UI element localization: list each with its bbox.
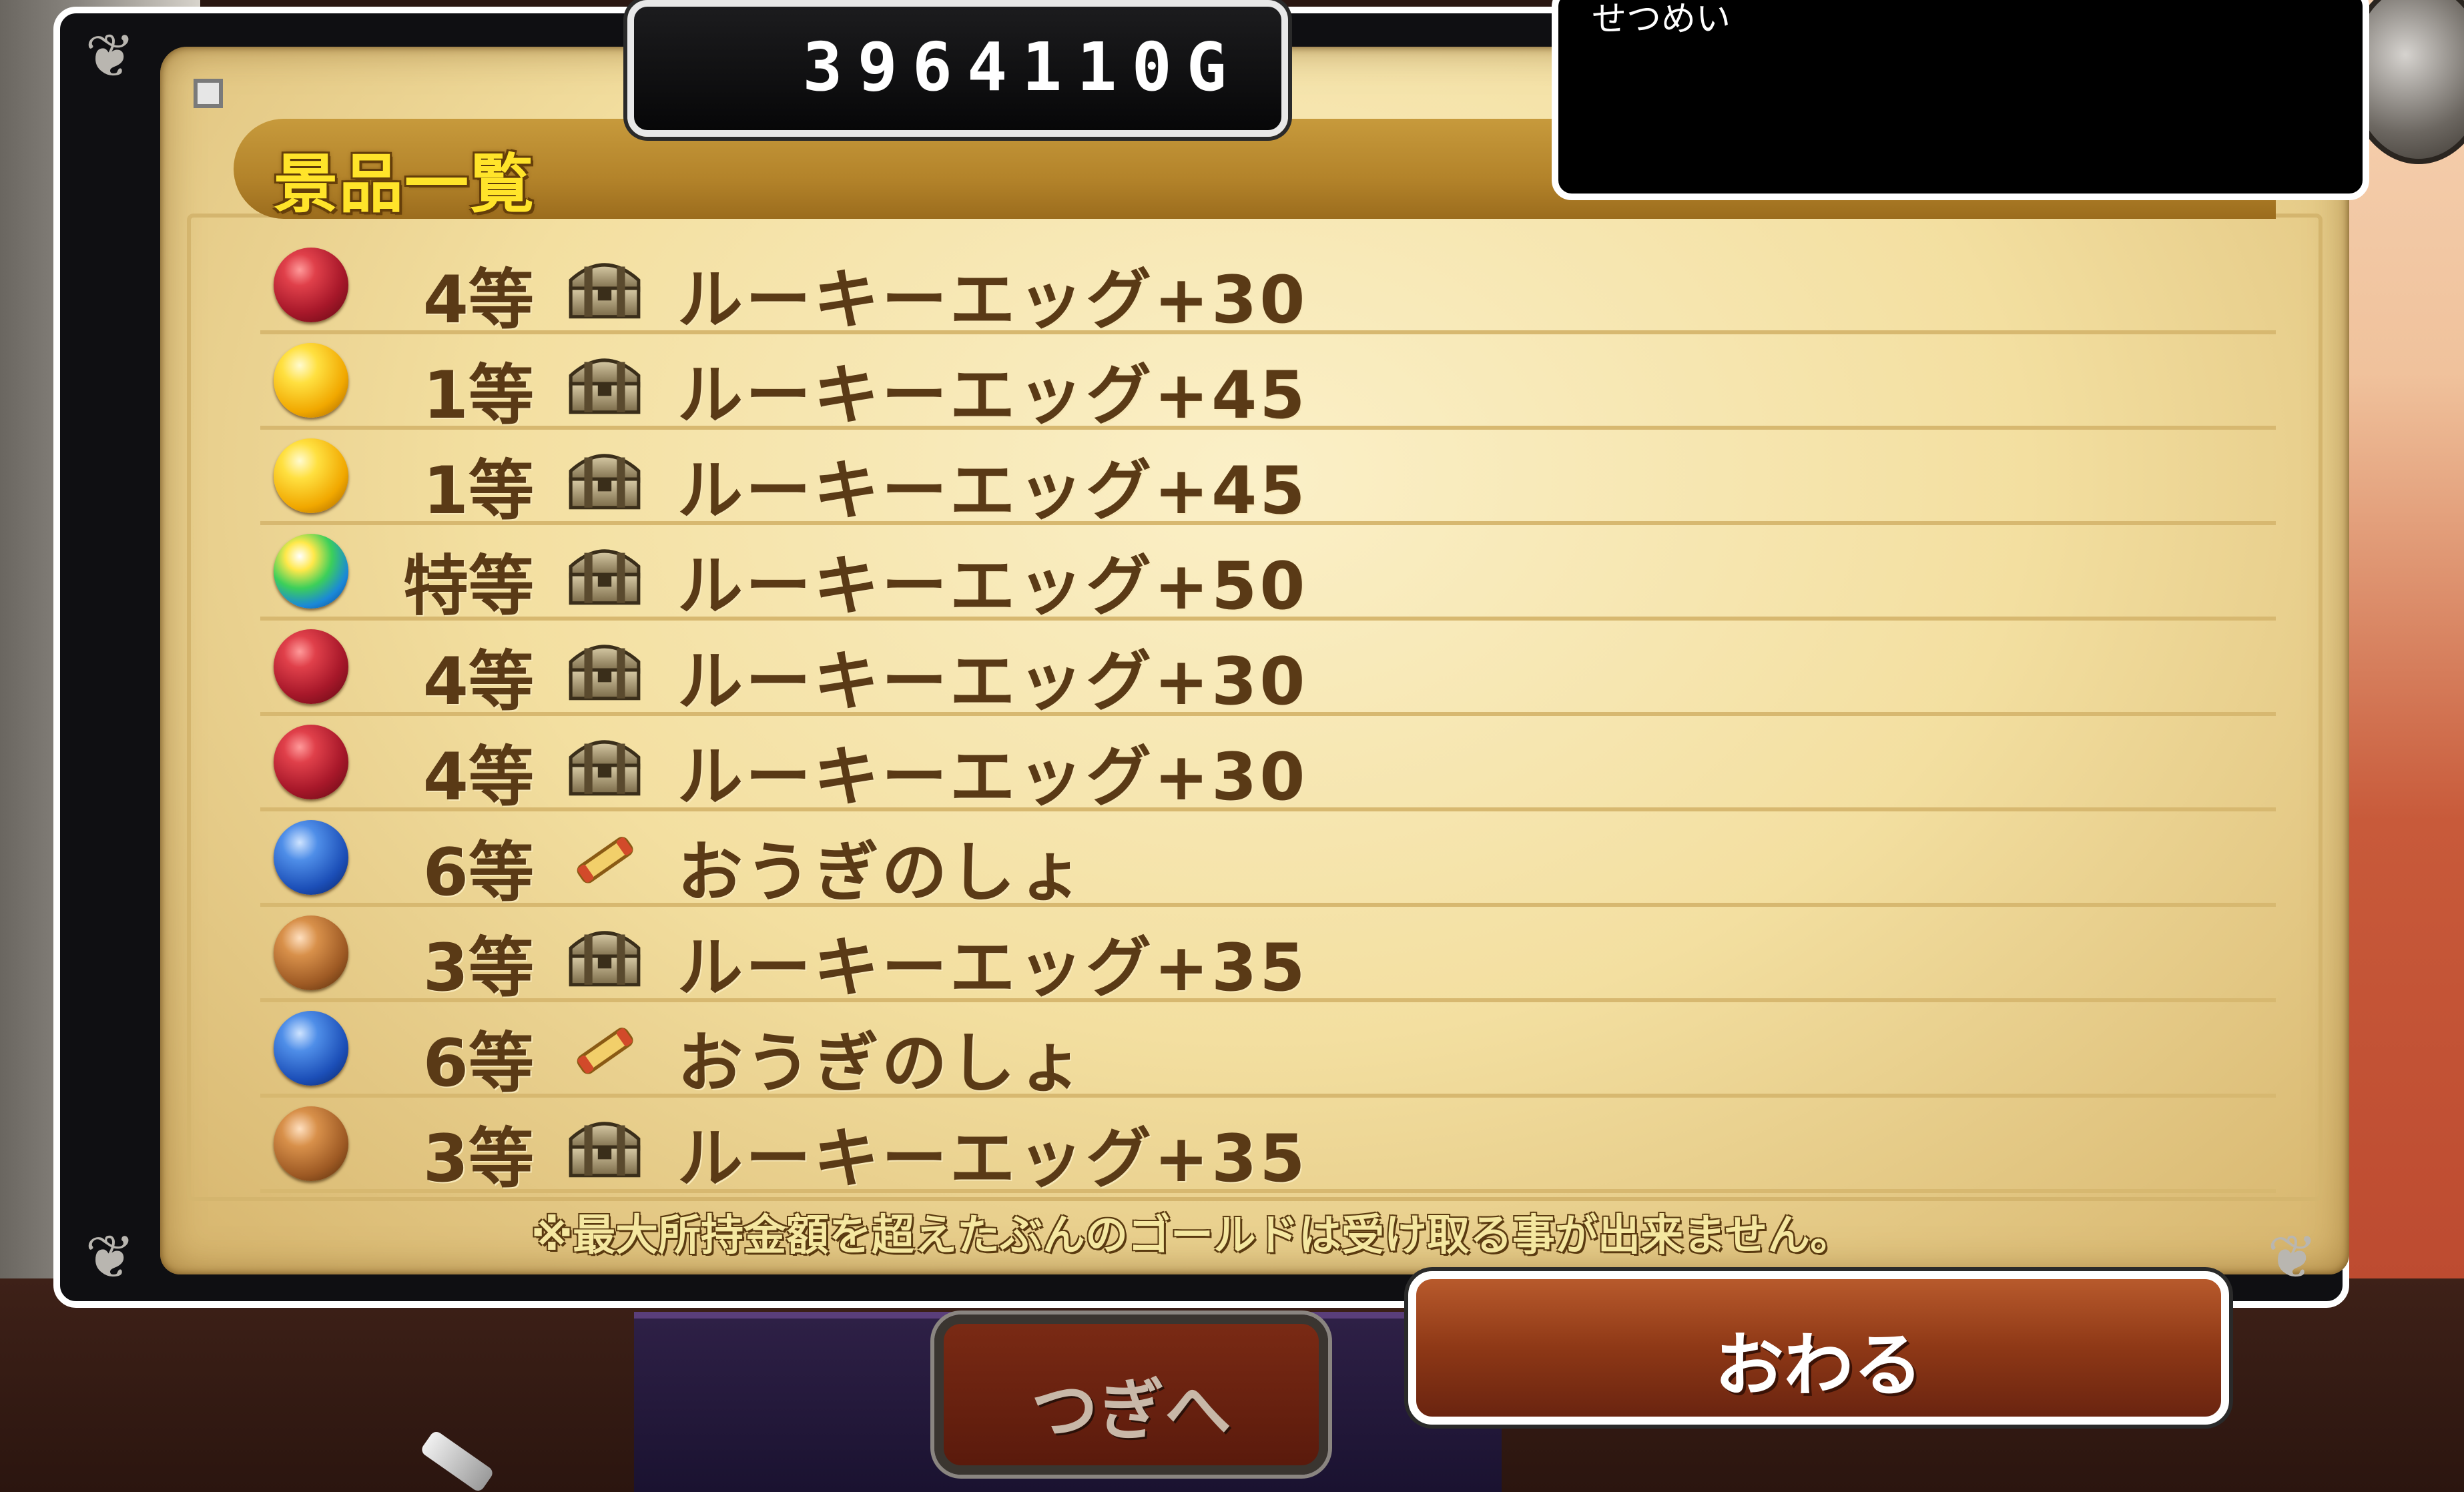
prize-row[interactable]: 特等 ルーキーエッグ+50 xyxy=(260,525,2276,625)
prize-rank: 1等 xyxy=(422,453,534,529)
prize-rank: 4等 xyxy=(422,262,534,338)
prize-rank: 4等 xyxy=(422,739,534,815)
treasure-chest-icon xyxy=(564,729,645,799)
prize-rank: 3等 xyxy=(422,930,534,1006)
red-orb-icon xyxy=(274,629,348,704)
red-orb-icon xyxy=(274,725,348,799)
scroll-icon xyxy=(564,825,645,894)
prize-list: 4等 ルーキーエッグ+30 1等 ルーキーエッグ+45 1等 ルーキーエッグ+45 特等 ルー… xyxy=(260,239,2276,1197)
prize-row[interactable]: 3等 ルーキーエッグ+35 xyxy=(260,1098,2276,1197)
prize-name: ルーキーエッグ+30 xyxy=(677,262,1308,338)
treasure-chest-icon xyxy=(564,443,645,512)
prize-rank: 3等 xyxy=(422,1121,534,1197)
end-button[interactable]: おわる xyxy=(1408,1271,2229,1425)
prize-name: ルーキーエッグ+35 xyxy=(677,930,1308,1006)
prize-name: ルーキーエッグ+45 xyxy=(677,453,1308,529)
treasure-chest-icon xyxy=(564,252,645,322)
end-button-label: おわる xyxy=(1714,1325,1923,1406)
prize-row[interactable]: 4等 ルーキーエッグ+30 xyxy=(260,239,2276,338)
treasure-chest-icon xyxy=(564,348,645,417)
bronze-orb-icon xyxy=(274,1106,348,1181)
prize-rank: 6等 xyxy=(422,835,534,911)
description-box: せつめい xyxy=(1552,0,2369,200)
prize-row[interactable]: 6等 おうぎのしょ xyxy=(260,811,2276,911)
treasure-chest-icon xyxy=(564,1111,645,1180)
prize-rank: 4等 xyxy=(422,644,534,720)
window-toggle-button[interactable] xyxy=(194,79,223,108)
window-title: 景品一覧 xyxy=(274,147,535,222)
treasure-chest-icon xyxy=(564,538,645,608)
scroll-icon xyxy=(564,1016,645,1085)
prize-name: ルーキーエッグ+30 xyxy=(677,644,1308,720)
prize-row[interactable]: 4等 ルーキーエッグ+30 xyxy=(260,621,2276,720)
next-button-label: つぎへ xyxy=(1031,1371,1231,1449)
gold-orb-icon xyxy=(274,343,348,418)
red-orb-icon xyxy=(274,248,348,322)
blue-orb-icon xyxy=(274,820,348,895)
rainbow-orb-icon xyxy=(274,534,348,609)
prize-row[interactable]: 1等 ルーキーエッグ+45 xyxy=(260,334,2276,434)
gold-orb-icon xyxy=(274,438,348,513)
treasure-chest-icon xyxy=(564,634,645,703)
prize-rank: 6等 xyxy=(422,1026,534,1102)
prize-list-window: ❦ ❦ ❦ 景品一覧 4等 ルーキーエッグ+30 1等 ルーキーエッグ+45 1等 ルーキ… xyxy=(53,7,2349,1308)
gold-amount: 3964110G xyxy=(802,28,1241,106)
prize-name: ルーキーエッグ+45 xyxy=(677,358,1308,434)
prize-name: ルーキーエッグ+35 xyxy=(677,1121,1308,1197)
prize-rank: 1等 xyxy=(422,358,534,434)
description-label: せつめい xyxy=(1592,0,1731,39)
prize-row[interactable]: 6等 おうぎのしょ xyxy=(260,1002,2276,1102)
prize-name: おうぎのしょ xyxy=(677,1026,1087,1102)
prize-rank: 特等 xyxy=(402,548,534,625)
notice-text: ※最大所持金額を超えたぶんのゴールドは受け取る事が出来ません。 xyxy=(531,1211,1853,1260)
blue-orb-icon xyxy=(274,1011,348,1086)
gold-display: 3964110G xyxy=(627,0,1288,137)
treasure-chest-icon xyxy=(564,920,645,990)
bronze-orb-icon xyxy=(274,915,348,990)
corner-ornament-icon: ❦ xyxy=(85,21,135,91)
prize-name: ルーキーエッグ+50 xyxy=(677,548,1308,625)
game-screen: ❦ ❦ ❦ 景品一覧 4等 ルーキーエッグ+30 1等 ルーキーエッグ+45 1等 ルーキ… xyxy=(0,0,2464,1492)
prize-name: ルーキーエッグ+30 xyxy=(677,739,1308,815)
prize-row[interactable]: 1等 ルーキーエッグ+45 xyxy=(260,430,2276,529)
prize-row[interactable]: 4等 ルーキーエッグ+30 xyxy=(260,716,2276,815)
next-button[interactable]: つぎへ xyxy=(934,1315,1328,1475)
prize-name: おうぎのしょ xyxy=(677,835,1087,911)
prize-row[interactable]: 3等 ルーキーエッグ+35 xyxy=(260,907,2276,1006)
